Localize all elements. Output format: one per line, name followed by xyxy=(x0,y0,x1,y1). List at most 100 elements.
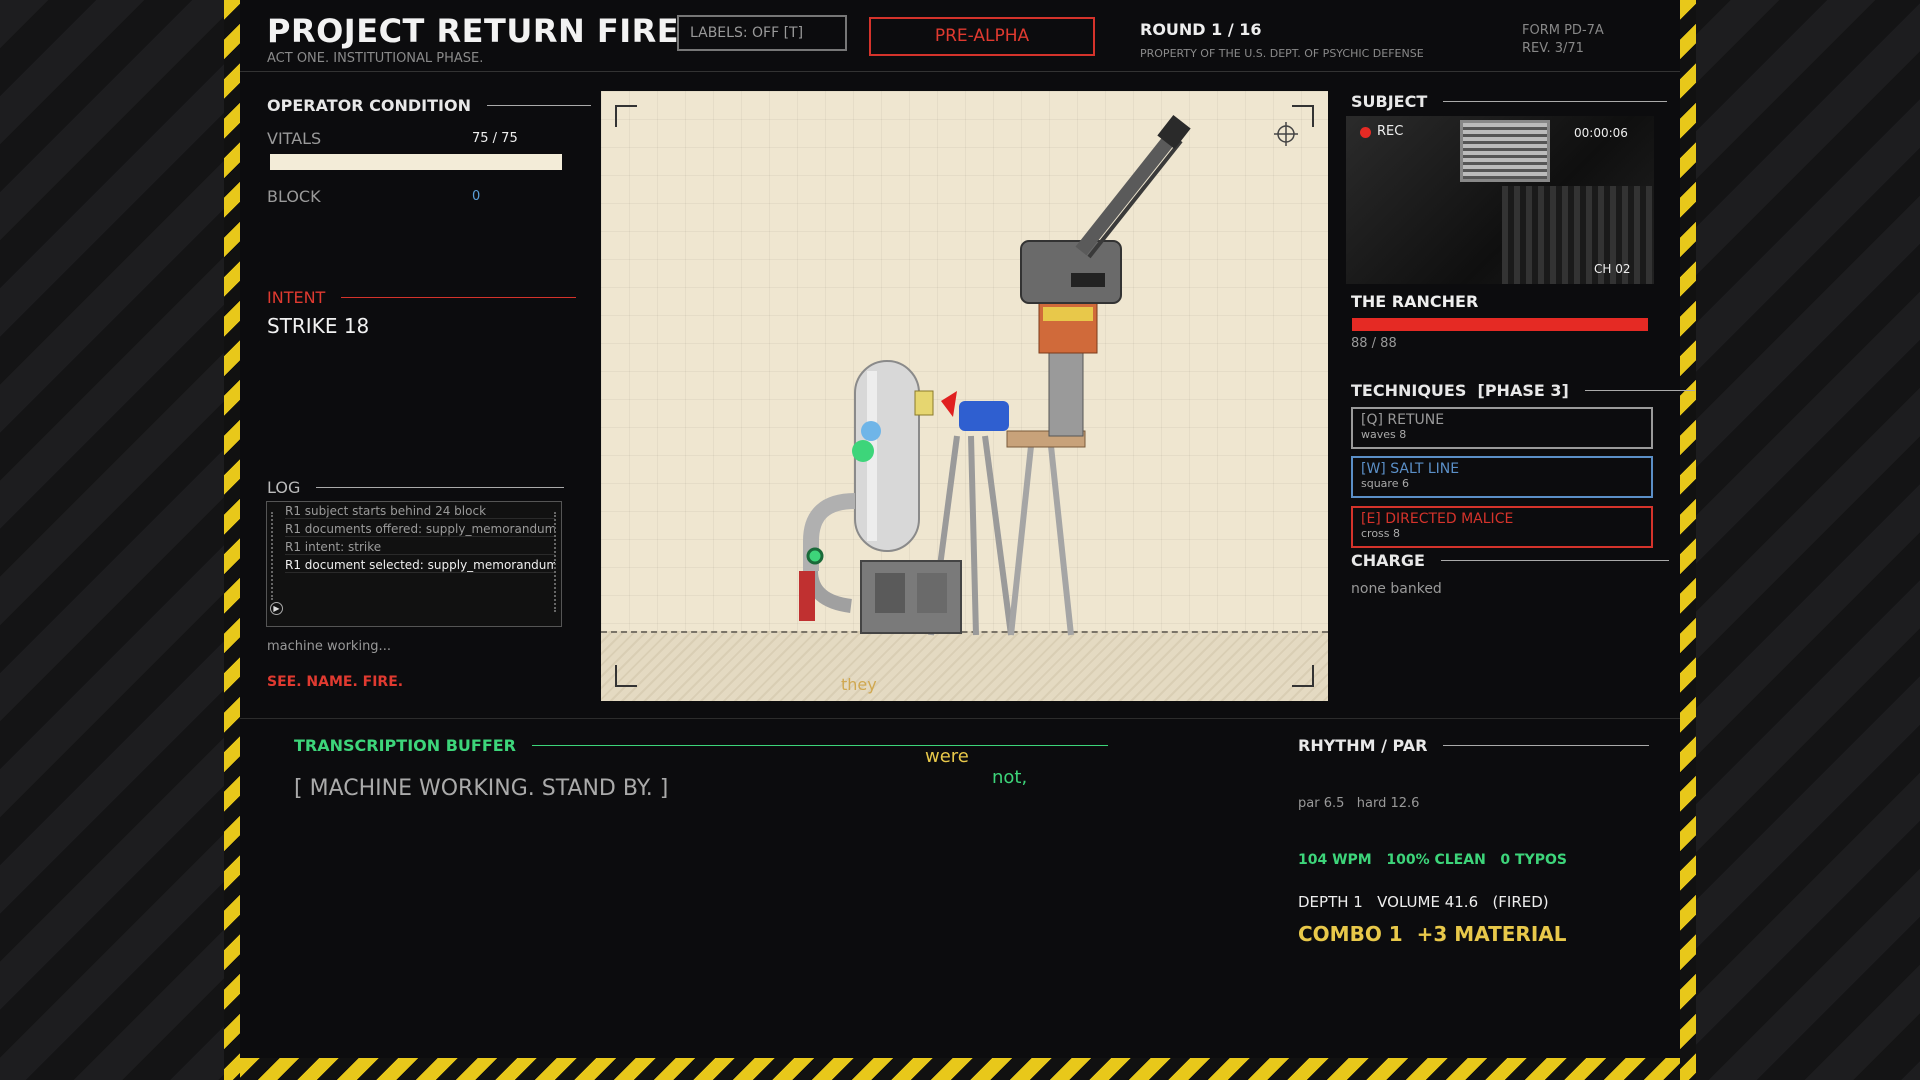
log-heading-label: LOG xyxy=(267,478,301,497)
log-entry-selected: R1 document selected: supply_memorandum xyxy=(285,558,555,573)
transcription-buffer[interactable]: [ MACHINE WORKING. STAND BY. ] xyxy=(294,776,668,801)
hazard-stripe-bottom xyxy=(240,1058,1680,1080)
technique-sub: waves 8 xyxy=(1361,428,1407,441)
stage-floor xyxy=(601,631,1328,701)
hard-value: hard 12.6 xyxy=(1356,796,1420,811)
combo-value: COMBO 1 xyxy=(1298,922,1403,946)
charge-rule xyxy=(1440,560,1669,561)
subject-heading: SUBJECT xyxy=(1351,92,1668,111)
labels-toggle-button[interactable]: LABELS: OFF [T] xyxy=(677,15,847,51)
panel-divider xyxy=(240,718,1680,719)
floating-word: they xyxy=(841,675,877,694)
rhythm-rule xyxy=(1443,745,1650,746)
property-notice: PROPERTY OF THE U.S. DEPT. OF PSYCHIC DE… xyxy=(1140,47,1424,60)
technique-retune[interactable]: [Q] RETUNE waves 8 xyxy=(1351,407,1653,449)
motto: SEE. NAME. FIRE. xyxy=(267,674,404,690)
transcription-rule xyxy=(532,745,1108,746)
transcription-heading: TRANSCRIPTION BUFFER xyxy=(294,736,1108,755)
floating-word: were xyxy=(925,746,969,767)
material-value: +3 MATERIAL xyxy=(1416,922,1567,946)
header-divider xyxy=(240,71,1680,72)
technique-directed-malice[interactable]: [E] DIRECTED MALICE cross 8 xyxy=(1351,506,1653,548)
log-play-icon[interactable]: ▶ xyxy=(270,602,283,615)
technique-sub: cross 8 xyxy=(1361,527,1401,540)
rec-label: REC xyxy=(1377,124,1404,139)
vitals-bar xyxy=(270,154,562,170)
technique-name: [E] DIRECTED MALICE xyxy=(1361,511,1514,527)
pre-alpha-badge: PRE-ALPHA xyxy=(869,17,1095,56)
depth-value: DEPTH 1 xyxy=(1298,893,1363,911)
volume-value: VOLUME 41.6 xyxy=(1377,893,1479,911)
log-panel[interactable]: R1 subject starts behind 24 block R1 doc… xyxy=(266,501,562,627)
log-entry: R1 documents offered: supply_memorandum,… xyxy=(285,522,555,537)
operator-condition-heading: OPERATOR CONDITION xyxy=(267,96,591,115)
floating-word: not, xyxy=(992,767,1028,788)
technique-name: [Q] RETUNE xyxy=(1361,412,1445,428)
rec-indicator-icon xyxy=(1360,127,1371,138)
machine-stage[interactable]: they xyxy=(601,91,1328,701)
par-value: par 6.5 xyxy=(1298,796,1345,811)
intent-heading: INTENT xyxy=(267,288,577,307)
charge-heading-label: CHARGE xyxy=(1351,551,1425,570)
techniques-heading-label: TECHNIQUES [PHASE 3] xyxy=(1351,381,1569,400)
log-rule xyxy=(316,487,565,488)
log-scroll-track-right[interactable] xyxy=(554,512,558,612)
par-values: par 6.5 hard 12.6 xyxy=(1298,796,1419,811)
crosshair-icon xyxy=(1274,122,1298,146)
typing-stats: 104 WPM 100% CLEAN 0 TYPOS xyxy=(1298,852,1567,868)
technique-salt-line[interactable]: [W] SALT LINE square 6 xyxy=(1351,456,1653,498)
camera-channel: CH 02 xyxy=(1594,262,1631,276)
technique-name: [W] SALT LINE xyxy=(1361,461,1460,477)
camera-timecode: 00:00:06 xyxy=(1574,126,1628,140)
log-entry: R1 intent: strike xyxy=(285,540,555,555)
operator-heading-label: OPERATOR CONDITION xyxy=(267,96,471,115)
block-value: 0 xyxy=(472,189,481,204)
block-label: BLOCK xyxy=(267,187,321,206)
intent-value: STRIKE 18 xyxy=(267,314,370,338)
viewfinder-corner-bl xyxy=(615,665,637,687)
fired-status: (FIRED) xyxy=(1492,893,1549,911)
rhythm-heading: RHYTHM / PAR xyxy=(1298,736,1650,755)
round-counter: ROUND 1 / 16 xyxy=(1140,20,1262,39)
typos-value: 0 TYPOS xyxy=(1500,852,1567,868)
subject-hp-bar xyxy=(1352,318,1648,331)
clean-value: 100% CLEAN xyxy=(1386,852,1486,868)
log-scroll-track[interactable] xyxy=(271,512,275,600)
viewfinder-corner-br xyxy=(1292,665,1314,687)
techniques-heading: TECHNIQUES [PHASE 3] xyxy=(1351,381,1695,400)
charge-heading: CHARGE xyxy=(1351,551,1669,570)
log-heading: LOG xyxy=(267,478,565,497)
techniques-rule xyxy=(1584,390,1695,391)
combo-display: COMBO 1 +3 MATERIAL xyxy=(1298,922,1567,946)
window-blinds xyxy=(1460,120,1550,182)
game-title: PROJECT RETURN FIRE xyxy=(267,12,680,50)
form-revision: REV. 3/71 xyxy=(1522,41,1584,56)
game-subtitle: ACT ONE. INSTITUTIONAL PHASE. xyxy=(267,51,484,66)
vitals-value: 75 / 75 xyxy=(472,131,518,146)
transcription-heading-label: TRANSCRIPTION BUFFER xyxy=(294,736,516,755)
charge-value: none banked xyxy=(1351,581,1442,597)
viewfinder-corner-tl xyxy=(615,105,637,127)
hazard-stripe-left xyxy=(224,0,240,1080)
intent-rule xyxy=(341,297,577,298)
game-frame: PROJECT RETURN FIRE ACT ONE. INSTITUTION… xyxy=(240,0,1695,1058)
junk-machine-illustration xyxy=(799,114,1191,636)
intent-heading-label: INTENT xyxy=(267,288,326,307)
machine-status: machine working... xyxy=(267,639,391,654)
subject-hp-bar-fill xyxy=(1352,318,1648,331)
form-id: FORM PD-7A REV. 3/71 xyxy=(1522,22,1604,58)
subject-heading-label: SUBJECT xyxy=(1351,92,1428,111)
form-number: FORM PD-7A xyxy=(1522,23,1604,38)
shot-stats: DEPTH 1 VOLUME 41.6 (FIRED) xyxy=(1298,893,1549,911)
subject-rule xyxy=(1443,101,1668,102)
vitals-label: VITALS xyxy=(267,129,322,148)
subject-hp-value: 88 / 88 xyxy=(1351,336,1397,351)
vitals-bar-fill xyxy=(270,154,562,170)
rhythm-heading-label: RHYTHM / PAR xyxy=(1298,736,1428,755)
log-entry: R1 subject starts behind 24 block xyxy=(285,504,555,519)
subject-camera-feed: REC 00:00:06 CH 02 xyxy=(1346,116,1654,284)
technique-sub: square 6 xyxy=(1361,477,1409,490)
hazard-stripe-right xyxy=(1680,0,1696,1080)
heading-rule xyxy=(486,105,591,106)
wpm-value: 104 WPM xyxy=(1298,852,1372,868)
